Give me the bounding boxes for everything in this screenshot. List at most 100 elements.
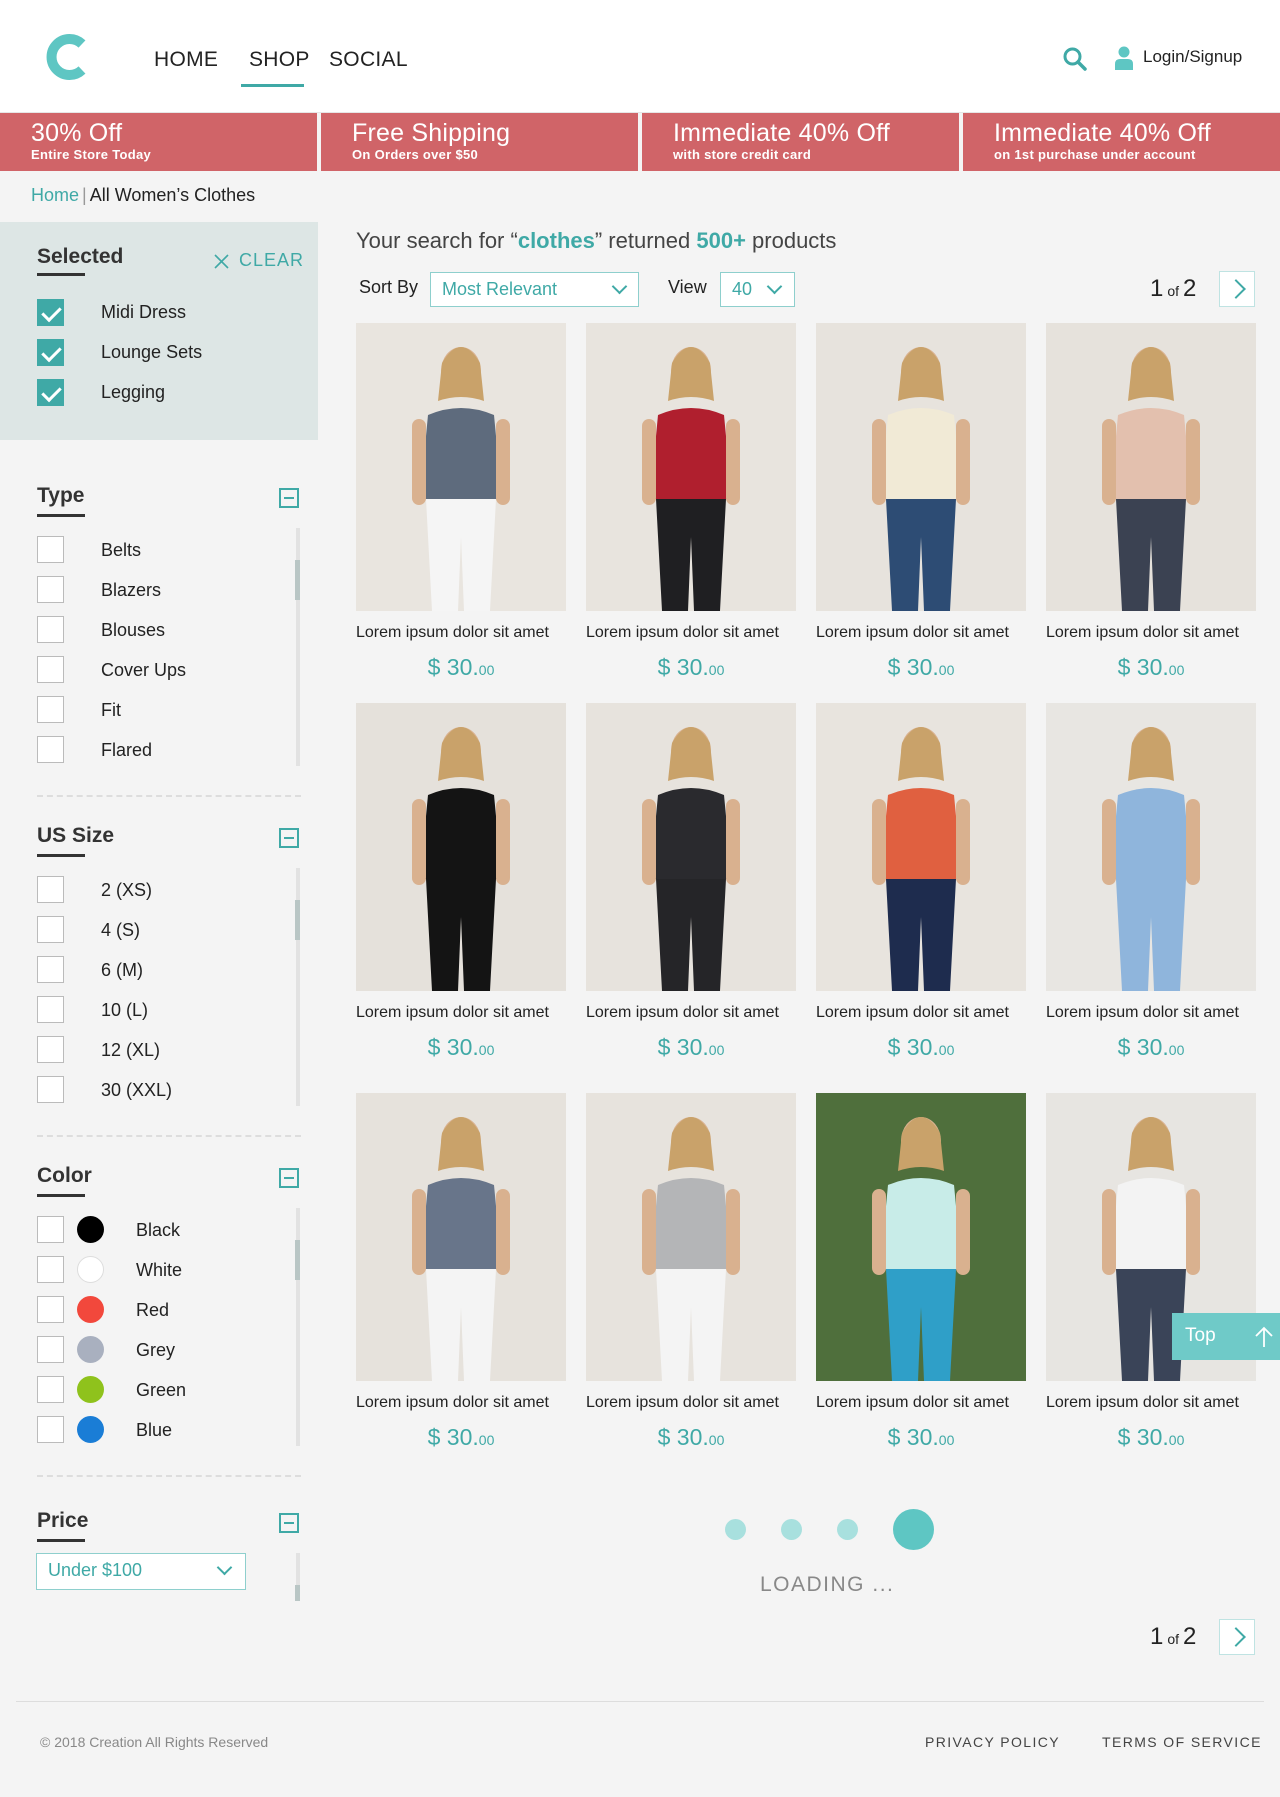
color-option-label: Black [136,1220,181,1240]
product-name[interactable]: Lorem ipsum dolor sit amet [356,1394,566,1412]
page-total: 2 [1183,1623,1197,1650]
user-icon[interactable] [1114,46,1134,70]
product-name[interactable]: Lorem ipsum dolor sit amet [1046,1004,1256,1022]
color-checkbox[interactable] [37,1256,64,1283]
selected-heading: Selected [37,245,124,268]
nav-home[interactable]: HOME [154,48,218,72]
product-name[interactable]: Lorem ipsum dolor sit amet [586,624,796,642]
product-image[interactable] [586,323,796,611]
next-page-button[interactable] [1219,1619,1255,1655]
page-total: 2 [1183,275,1197,302]
product-name[interactable]: Lorem ipsum dolor sit amet [816,1394,1026,1412]
type-option-label: Fit [101,700,121,720]
promo-item[interactable]: Immediate 40% Off on 1st purchase under … [963,113,1280,171]
sort-dropdown[interactable]: Most Relevant [430,272,639,307]
price-main: $ 30. [887,1034,939,1060]
product-name[interactable]: Lorem ipsum dolor sit amet [356,1004,566,1022]
view-count-dropdown[interactable]: 40 [720,272,795,307]
selected-checkbox[interactable] [37,339,64,366]
footer-divider [16,1701,1264,1702]
collapse-size-button[interactable] [279,828,299,848]
size-checkbox[interactable] [37,916,64,943]
search-icon[interactable] [1062,46,1088,72]
price-filter-heading: Price [37,1509,89,1532]
product-image[interactable] [1046,703,1256,991]
promo-item[interactable]: Immediate 40% Off with store credit card [642,113,959,171]
color-checkbox[interactable] [37,1216,64,1243]
price-main: $ 30. [427,654,479,680]
product-image[interactable] [356,703,566,991]
terms-of-service-link[interactable]: TERMS OF SERVICE [1102,1734,1262,1750]
price-cents: 00 [708,1042,725,1058]
product-name[interactable]: Lorem ipsum dolor sit amet [356,624,566,642]
breadcrumb-current: All Women’s Clothes [89,185,256,205]
product-image[interactable] [1046,323,1256,611]
color-checkbox[interactable] [37,1416,64,1443]
filter-divider [37,1475,301,1477]
collapse-price-button[interactable] [279,1513,299,1533]
type-checkbox[interactable] [37,576,64,603]
type-checkbox[interactable] [37,616,64,643]
product-image[interactable] [816,1093,1026,1381]
selected-checkbox[interactable] [37,379,64,406]
size-checkbox[interactable] [37,956,64,983]
color-scroll-thumb[interactable] [295,1240,300,1280]
price-scroll-thumb[interactable] [295,1585,300,1601]
price-main: $ 30. [1117,1424,1169,1450]
nav-shop[interactable]: SHOP [249,48,310,72]
product-image[interactable] [356,1093,566,1381]
price-dropdown[interactable]: Under $100 [36,1553,246,1590]
brand-logo[interactable] [44,32,88,82]
type-checkbox[interactable] [37,536,64,563]
color-checkbox[interactable] [37,1296,64,1323]
collapse-type-button[interactable] [279,488,299,508]
product-image[interactable] [586,703,796,991]
size-checkbox[interactable] [37,876,64,903]
product-image[interactable] [816,703,1026,991]
privacy-policy-link[interactable]: PRIVACY POLICY [925,1734,1060,1750]
type-checkbox[interactable] [37,736,64,763]
price-main: $ 30. [427,1034,479,1060]
size-checkbox[interactable] [37,1036,64,1063]
breadcrumb-home[interactable]: Home [31,185,79,205]
product-name[interactable]: Lorem ipsum dolor sit amet [1046,1394,1256,1412]
product-name[interactable]: Lorem ipsum dolor sit amet [1046,624,1256,642]
type-checkbox[interactable] [37,696,64,723]
color-swatch [77,1416,104,1443]
clear-label: CLEAR [239,250,305,270]
page-of: of [1167,283,1180,299]
type-scroll-thumb[interactable] [295,560,300,600]
heading-underline [37,1194,85,1197]
nav-social[interactable]: SOCIAL [329,48,408,72]
color-checkbox[interactable] [37,1336,64,1363]
color-checkbox[interactable] [37,1376,64,1403]
heading-underline [37,1539,85,1542]
selected-checkbox[interactable] [37,299,64,326]
model-photo [816,1093,1026,1381]
clear-filters-button[interactable]: CLEAR [214,250,304,271]
promo-title: Immediate 40% Off [673,119,890,147]
size-checkbox[interactable] [37,996,64,1023]
next-page-button[interactable] [1219,271,1255,307]
product-image[interactable] [586,1093,796,1381]
login-signup-link[interactable]: Login/Signup [1143,47,1242,67]
size-scroll-thumb[interactable] [295,900,300,940]
promo-item[interactable]: 30% Off Entire Store Today [0,113,317,171]
promo-item[interactable]: Free Shipping On Orders over $50 [321,113,638,171]
price-main: $ 30. [1117,654,1169,680]
search-summary: Your search for “clothes” returned 500+ … [356,228,836,254]
product-name[interactable]: Lorem ipsum dolor sit amet [586,1394,796,1412]
promo-banner: 30% Off Entire Store Today Free Shipping… [0,113,1280,171]
selected-item-label: Lounge Sets [101,342,203,362]
product-price: $ 30.00 [816,1424,1026,1451]
type-checkbox[interactable] [37,656,64,683]
back-to-top-button[interactable]: Top [1172,1313,1280,1360]
product-name[interactable]: Lorem ipsum dolor sit amet [586,1004,796,1022]
product-name[interactable]: Lorem ipsum dolor sit amet [816,1004,1026,1022]
product-image[interactable] [356,323,566,611]
collapse-color-button[interactable] [279,1168,299,1188]
size-checkbox[interactable] [37,1076,64,1103]
product-name[interactable]: Lorem ipsum dolor sit amet [816,624,1026,642]
product-image[interactable] [816,323,1026,611]
product-price: $ 30.00 [1046,1034,1256,1061]
